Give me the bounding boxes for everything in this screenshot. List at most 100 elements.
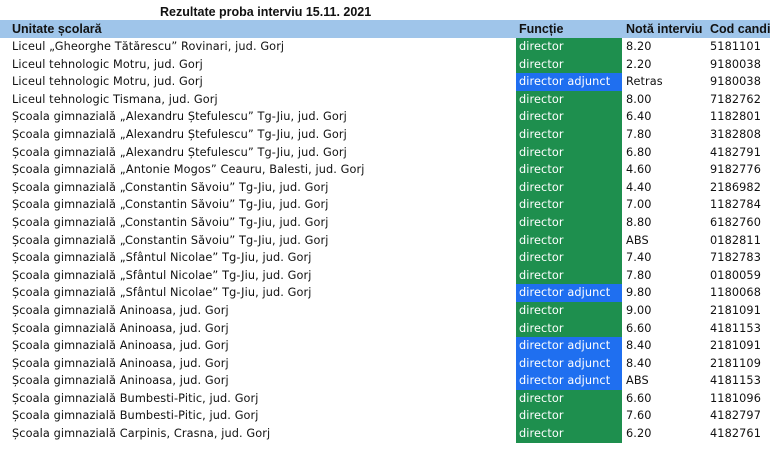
table-header: Unitate școlară Funcție Notă interviu Co…: [0, 20, 770, 38]
unit-cell: Școala gimnazială „Alexandru Ștefulescu”…: [12, 110, 347, 124]
role-cell: director: [516, 319, 622, 338]
unit-cell: Liceul „Gheorghe Tătărescu” Rovinari, ju…: [12, 40, 285, 53]
role-cell: director: [516, 407, 622, 426]
table-row: Școala gimnazială „Sfântul Nicolae” Tg-J…: [0, 249, 770, 267]
unit-cell: Școala gimnazială „Antonie Mogos” Ceauru…: [12, 163, 365, 177]
unit-cell: Școala gimnazială „Constantin Săvoiu” Tg…: [12, 233, 329, 247]
role-cell: director: [516, 266, 622, 285]
grade-cell: 2.20: [626, 57, 652, 71]
code-cell: 4182791: [710, 145, 762, 159]
role-cell: director: [516, 38, 622, 56]
unit-cell: Școala gimnazială „Constantin Săvoiu” Tg…: [12, 180, 329, 194]
code-cell: 9180038: [710, 57, 762, 71]
grade-cell: 7.60: [626, 409, 652, 423]
unit-cell: Liceul tehnologic Motru, jud. Gorj: [12, 57, 203, 71]
grade-cell: 9.00: [626, 303, 652, 317]
code-cell: 4182797: [710, 409, 762, 423]
grade-cell: 8.40: [626, 356, 652, 370]
unit-cell: Școala gimnazială „Sfântul Nicolae” Tg-J…: [12, 286, 312, 300]
table-row: Școala gimnazială „Constantin Săvoiu” Tg…: [0, 178, 770, 197]
grade-cell: 6.20: [626, 427, 652, 441]
grade-cell: 7.40: [626, 251, 652, 265]
role-cell: director: [516, 178, 622, 197]
table-row: Școala gimnazială „Constantin Săvoiu” Tg…: [0, 213, 770, 232]
table-row: Școala gimnazială Aninoasa, jud. Gorj dir…: [0, 301, 770, 320]
code-cell: 0180059: [710, 268, 762, 282]
role-cell: director: [516, 108, 622, 126]
grade-cell: 8.40: [626, 339, 652, 353]
grade-cell: 8.00: [626, 92, 652, 106]
code-cell: 6182760: [710, 215, 762, 229]
code-cell: 7182783: [710, 251, 762, 265]
role-cell: director: [516, 301, 622, 320]
table-row: Școala gimnazială „Alexandru Ștefulescu”…: [0, 108, 770, 126]
table-row: Școala gimnazială Carpinis, Crasna, jud.…: [0, 425, 770, 443]
code-cell: 7182762: [710, 92, 762, 106]
grade-cell: ABS: [626, 233, 649, 247]
table-row: Școala gimnazială „Alexandru Ștefulescu”…: [0, 143, 770, 162]
sheet-title: Rezultate proba interviu 15.11. 2021: [160, 5, 372, 19]
unit-cell: Liceul tehnologic Tismana, jud. Gorj: [12, 92, 218, 106]
code-cell: 4181153: [710, 321, 762, 335]
code-cell: 3182808: [710, 127, 762, 141]
code-cell: 4181153: [710, 374, 762, 388]
grade-cell: 8.80: [626, 215, 652, 229]
code-cell: 1181096: [710, 391, 762, 405]
header-unit: Unitate școlară: [12, 22, 102, 36]
grade-cell: 4.40: [626, 180, 652, 194]
unit-cell: Școala gimnazială Aninoasa, jud. Gorj: [12, 339, 229, 353]
code-cell: 0182811: [710, 233, 762, 247]
header-role: Funcție: [519, 22, 564, 36]
unit-cell: Școala gimnazială Aninoasa, jud. Gorj: [12, 356, 229, 370]
code-cell: 1182801: [710, 110, 762, 124]
grade-cell: 8.20: [626, 40, 652, 53]
grade-cell: 7.00: [626, 198, 652, 212]
role-cell: director: [516, 55, 622, 74]
unit-cell: Școala gimnazială Aninoasa, jud. Gorj: [12, 374, 229, 388]
grade-cell: 6.60: [626, 391, 652, 405]
table-row: Școala gimnazială „Sfântul Nicolae” Tg-J…: [0, 284, 770, 302]
header-code: Cod candid: [710, 22, 770, 36]
unit-cell: Școala gimnazială „Alexandru Ștefulescu”…: [12, 145, 347, 159]
unit-cell: Școala gimnazială „Constantin Săvoiu” Tg…: [12, 215, 329, 229]
table-row: Liceul tehnologic Tismana, jud. Gorj dire…: [0, 90, 770, 109]
role-cell: director adjunct: [516, 73, 622, 91]
role-cell: director adjunct: [516, 354, 622, 373]
unit-cell: Școala gimnazială „Alexandru Ștefulescu”…: [12, 127, 347, 141]
role-cell: director: [516, 125, 622, 144]
role-cell: director: [516, 196, 622, 214]
table-row: Școala gimnazială Aninoasa, jud. Gorj dir…: [0, 354, 770, 373]
code-cell: 2181091: [710, 303, 762, 317]
table-row: Liceul tehnologic Motru, jud. Gorj direct…: [0, 73, 770, 91]
code-cell: 2181109: [710, 356, 762, 370]
role-cell: director: [516, 249, 622, 267]
grade-cell: 7.80: [626, 127, 652, 141]
grade-cell: 6.60: [626, 321, 652, 335]
code-cell: 1182784: [710, 198, 762, 212]
header-grade: Notă interviu: [626, 22, 703, 36]
table-row: Școala gimnazială „Constantin Săvoiu” Tg…: [0, 231, 770, 250]
code-cell: 4182761: [710, 427, 762, 441]
role-cell: director adjunct: [516, 284, 622, 302]
code-cell: 2181091: [710, 339, 762, 353]
table-row: Liceul tehnologic Motru, jud. Gorj direct…: [0, 55, 770, 74]
grade-cell: 6.80: [626, 145, 652, 159]
unit-cell: Școala gimnazială Aninoasa, jud. Gorj: [12, 303, 229, 317]
role-cell: director adjunct: [516, 337, 622, 355]
table-row: Școala gimnazială Bumbesti-Pitic, jud. G…: [0, 407, 770, 426]
grade-cell: Retras: [626, 75, 663, 89]
role-cell: director: [516, 161, 622, 179]
unit-cell: Școala gimnazială „Constantin Săvoiu” Tg…: [12, 198, 329, 212]
grade-cell: 6.40: [626, 110, 652, 124]
table-row: Școala gimnazială Aninoasa, jud. Gorj dir…: [0, 319, 770, 338]
role-cell: director: [516, 143, 622, 162]
table-row: Școala gimnazială Aninoasa, jud. Gorj dir…: [0, 337, 770, 355]
table-row: Școala gimnazială Aninoasa, jud. Gorj dir…: [0, 372, 770, 390]
role-cell: director: [516, 90, 622, 109]
unit-cell: Școala gimnazială „Sfântul Nicolae” Tg-J…: [12, 251, 312, 265]
table-row: Școala gimnazială „Constantin Săvoiu” Tg…: [0, 196, 770, 214]
table-row: Școala gimnazială Bumbesti-Pitic, jud. G…: [0, 389, 770, 408]
role-cell: director: [516, 231, 622, 250]
results-sheet: Rezultate proba interviu 15.11. 2021 Uni…: [0, 0, 770, 464]
code-cell: 1180068: [710, 286, 762, 300]
